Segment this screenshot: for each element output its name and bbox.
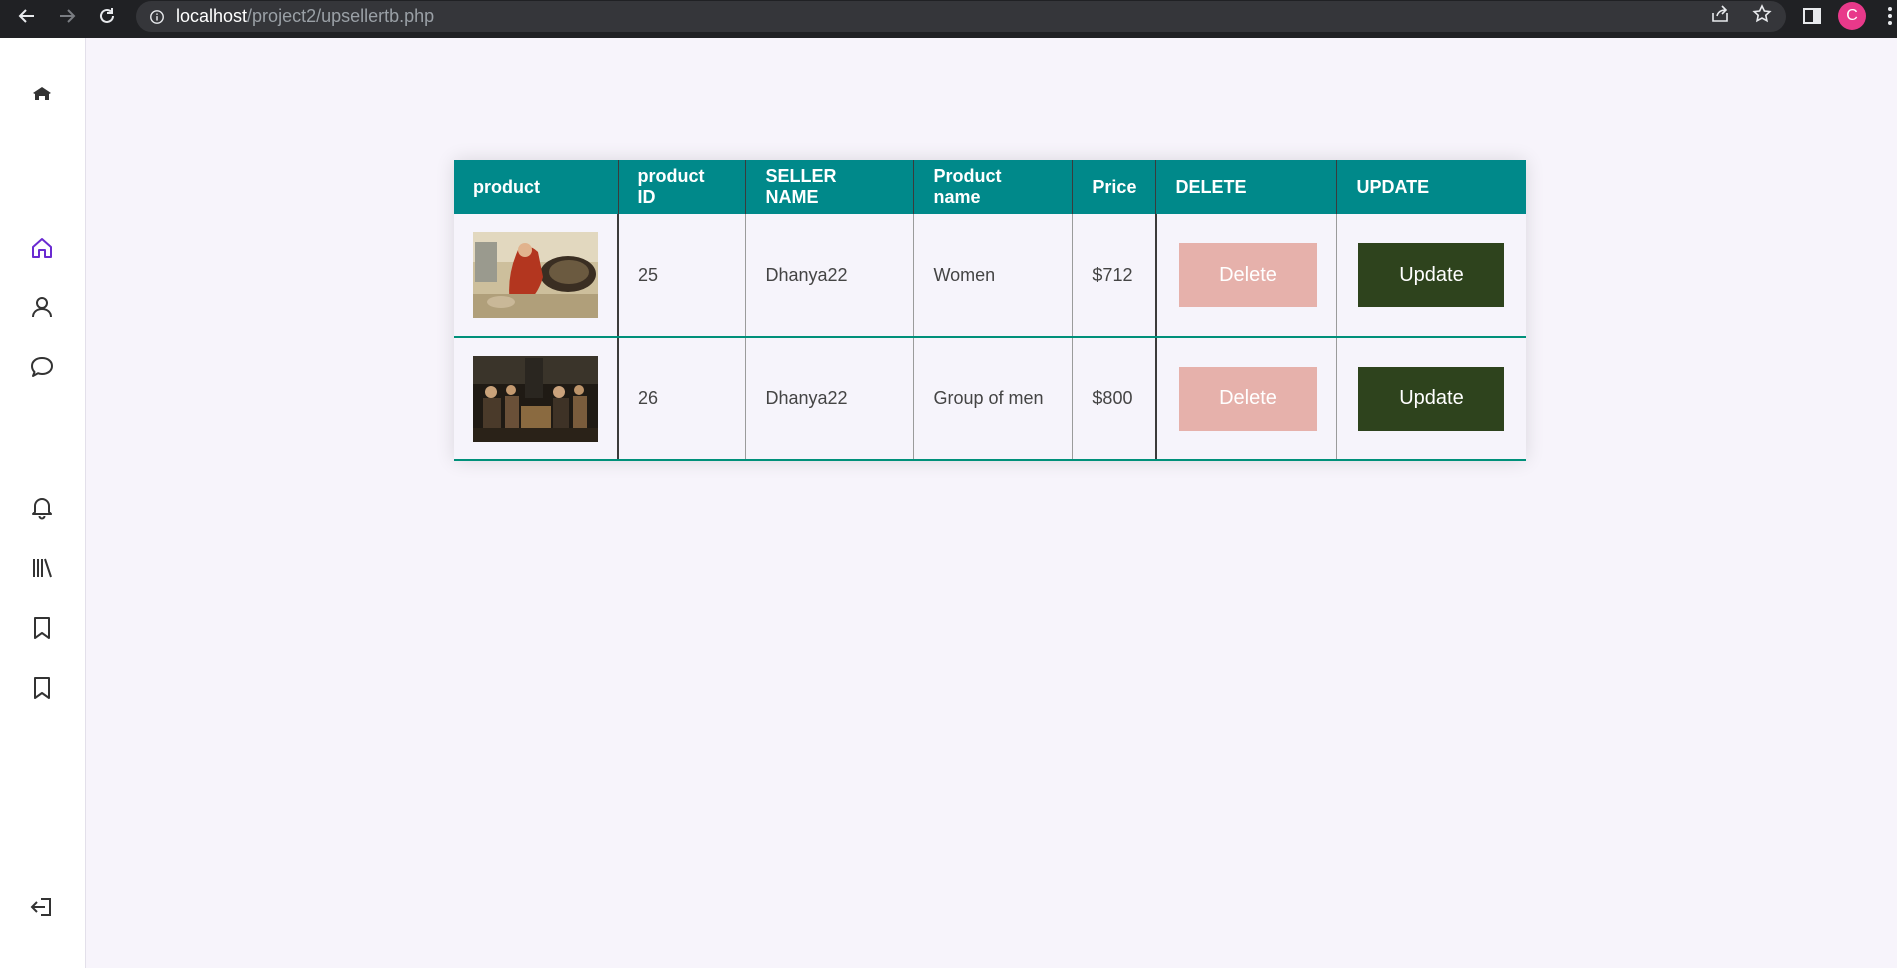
omnibox-actions — [1710, 1, 1772, 32]
header-seller-name: SELLER NAME — [745, 160, 915, 214]
chat-icon[interactable] — [28, 353, 56, 381]
reload-icon — [100, 8, 114, 23]
browser-menu-icon[interactable] — [1884, 4, 1896, 28]
back-button[interactable] — [9, 0, 45, 32]
url-text: localhost/project2/upsellertb.php — [176, 6, 434, 27]
header-price: Price — [1072, 160, 1157, 214]
header-delete: DELETE — [1155, 160, 1338, 214]
seller-name-cell: Dhanya22 — [745, 214, 915, 338]
table-row: 26 Dhanya22 Group of men $800 Delete Upd… — [454, 337, 1526, 461]
table-row: 25 Dhanya22 Women $712 Delete Update — [454, 214, 1526, 338]
product-id-cell: 26 — [618, 337, 747, 461]
forward-arrow-icon — [60, 9, 76, 23]
product-name-cell: Group of men — [913, 337, 1074, 461]
seller-name-cell: Dhanya22 — [745, 337, 915, 461]
update-cell: Update — [1336, 337, 1526, 461]
delete-button[interactable]: Delete — [1178, 243, 1317, 307]
price-cell: $800 — [1072, 337, 1157, 461]
bookmark-icon[interactable] — [28, 674, 56, 702]
update-button[interactable]: Update — [1358, 243, 1505, 307]
product-name-cell: Women — [913, 214, 1074, 338]
graduation-home-icon[interactable] — [28, 80, 56, 108]
product-image-cell — [454, 337, 619, 461]
header-product-id: product ID — [618, 160, 747, 214]
user-icon[interactable] — [28, 293, 56, 321]
seller-products-table: product product ID SELLER NAME Product n… — [454, 160, 1526, 461]
header-product: product — [454, 160, 619, 214]
site-info-icon[interactable] — [148, 8, 166, 26]
product-thumbnail — [473, 355, 598, 442]
delete-cell: Delete — [1154, 214, 1338, 338]
sidebar — [0, 38, 86, 968]
update-cell: Update — [1336, 214, 1526, 338]
price-cell: $712 — [1072, 214, 1157, 338]
product-id-cell: 25 — [618, 214, 747, 338]
back-arrow-icon — [18, 9, 34, 23]
bookmark-star-icon[interactable] — [1752, 4, 1772, 29]
reload-button[interactable] — [89, 0, 125, 32]
products-table: product product ID SELLER NAME Product n… — [454, 160, 1526, 461]
profile-avatar[interactable]: C — [1838, 2, 1866, 30]
header-product-name: Product name — [913, 160, 1074, 214]
forward-button[interactable] — [49, 0, 85, 32]
home-icon[interactable] — [28, 234, 56, 262]
address-bar[interactable]: localhost/project2/upsellertb.php — [136, 1, 1786, 32]
update-button[interactable]: Update — [1358, 366, 1505, 431]
header-update: UPDATE — [1336, 160, 1526, 214]
product-image-cell — [454, 214, 619, 338]
product-thumbnail — [473, 232, 598, 318]
bell-icon[interactable] — [28, 493, 56, 521]
delete-cell: Delete — [1154, 337, 1338, 461]
bookmark-icon[interactable] — [28, 614, 56, 642]
side-panel-icon[interactable] — [1800, 4, 1824, 28]
share-icon[interactable] — [1710, 4, 1730, 29]
table-header-row: product product ID SELLER NAME Product n… — [454, 160, 1526, 214]
delete-button[interactable]: Delete — [1178, 366, 1317, 431]
url-host: localhost — [176, 6, 248, 26]
library-icon[interactable] — [28, 554, 56, 582]
logout-icon[interactable] — [28, 893, 56, 921]
url-path: /project2/upsellertb.php — [247, 6, 435, 26]
browser-toolbar: localhost/project2/upsellertb.php C — [0, 0, 1897, 38]
